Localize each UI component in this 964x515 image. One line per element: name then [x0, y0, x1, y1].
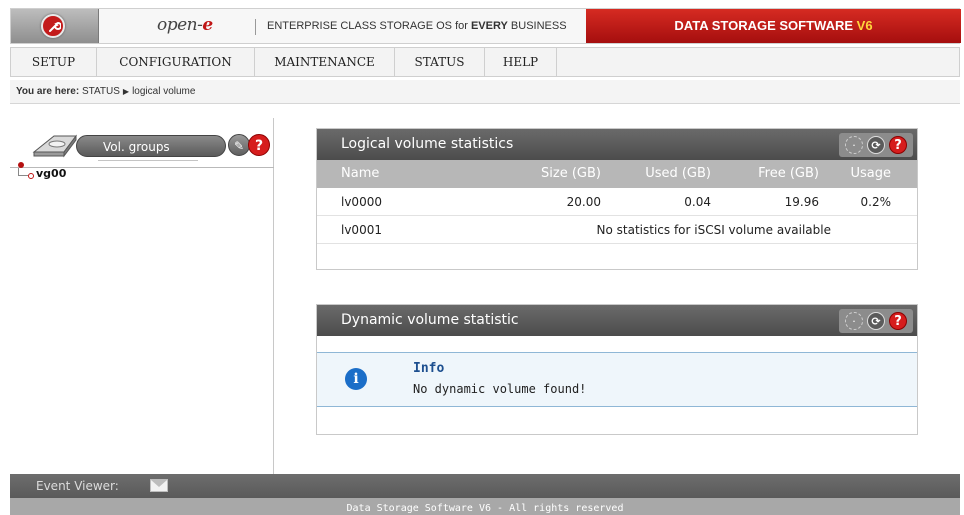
dynamic-volume-statistic-panel: Dynamic volume statistic · ⟳ ? i Info No…: [316, 304, 918, 435]
column-usage: Usage: [850, 166, 891, 181]
product-version: V6: [856, 18, 873, 33]
mail-icon[interactable]: [150, 479, 168, 492]
wrench-icon: [41, 14, 65, 38]
table-header: Name Size (GB) Used (GB) Free (GB) Usage: [317, 160, 917, 188]
volume-groups-header: Vol. groups ✎ ?: [10, 128, 274, 168]
panel-toolbar: · ⟳ ?: [839, 309, 913, 333]
breadcrumb-section[interactable]: STATUS: [82, 86, 120, 97]
cell-usage: 0.2%: [860, 195, 892, 209]
loading-icon: ·: [845, 312, 863, 330]
no-stats-note: No statistics for iSCSI volume available: [596, 223, 832, 237]
help-icon[interactable]: ?: [889, 136, 907, 154]
disk-icon: [24, 130, 82, 158]
logical-volume-statistics-panel: Logical volume statistics · ⟳ ? Name Siz…: [316, 128, 918, 270]
app-window: open-e ENTERPRISE CLASS STORAGE OS for E…: [0, 0, 964, 515]
refresh-icon[interactable]: ⟳: [867, 136, 885, 154]
spacer: [317, 336, 917, 352]
event-viewer-bar: Event Viewer:: [10, 474, 960, 498]
event-viewer-label: Event Viewer:: [36, 479, 119, 493]
help-icon[interactable]: ?: [889, 312, 907, 330]
breadcrumb-page: logical volume: [132, 86, 196, 97]
panel-title: Dynamic volume statistic · ⟳ ?: [317, 305, 917, 336]
menu-item-status[interactable]: STATUS: [395, 48, 485, 76]
menu-item-configuration[interactable]: CONFIGURATION: [97, 48, 255, 76]
tagline-end: BUSINESS: [507, 20, 567, 32]
cell-name: lv0000: [341, 195, 382, 209]
chevron-right-icon: ▶: [122, 87, 130, 96]
tagline-bold: EVERY: [470, 20, 508, 32]
loading-icon: ·: [845, 136, 863, 154]
brand-prefix: open-: [157, 15, 203, 35]
panel-title-text: Logical volume statistics: [341, 136, 514, 152]
product-name: DATA STORAGE SOFTWARE: [674, 18, 857, 33]
info-icon: i: [345, 368, 367, 390]
info-message: No dynamic volume found!: [413, 382, 587, 396]
breadcrumb: You are here: STATUS ▶ logical volume: [10, 80, 960, 104]
vol-groups-tab[interactable]: Vol. groups: [76, 135, 226, 157]
header-divider: [255, 19, 256, 35]
tagline: ENTERPRISE CLASS STORAGE OS for EVERY BU…: [267, 20, 567, 32]
top-header: open-e ENTERPRISE CLASS STORAGE OS for E…: [10, 8, 961, 44]
column-free: Free (GB): [758, 166, 819, 181]
cell-free: 19.96: [784, 195, 819, 209]
divider: [98, 160, 198, 161]
panel-title-text: Dynamic volume statistic: [341, 312, 519, 328]
panel-title: Logical volume statistics · ⟳ ?: [317, 129, 917, 160]
tagline-main: ENTERPRISE CLASS STORAGE OS for: [267, 20, 471, 32]
table-row: lv0001 No statistics for iSCSI volume av…: [317, 216, 917, 244]
cell-used: 0.04: [684, 195, 711, 209]
wrench-icon[interactable]: ✎: [228, 134, 250, 156]
menu-item-setup[interactable]: SETUP: [11, 48, 97, 76]
breadcrumb-label: You are here:: [16, 86, 80, 97]
brand-logo: open-e: [157, 15, 213, 35]
main-menu: SETUP CONFIGURATION MAINTENANCE STATUS H…: [10, 47, 960, 77]
product-banner: DATA STORAGE SOFTWARE V6: [586, 9, 961, 43]
refresh-icon[interactable]: ⟳: [867, 312, 885, 330]
cell-name: lv0001: [341, 223, 382, 237]
brand-suffix: e: [202, 15, 213, 35]
help-icon[interactable]: ?: [248, 134, 270, 156]
cell-size: 20.00: [566, 195, 601, 209]
column-size: Size (GB): [541, 166, 601, 181]
info-title: Info: [413, 361, 445, 376]
table-row: lv0000 20.00 0.04 19.96 0.2%: [317, 188, 917, 216]
tree-node-icon: [28, 173, 34, 179]
tree-branch-line: [18, 168, 28, 176]
info-message-box: i Info No dynamic volume found!: [317, 352, 917, 407]
menu-item-help[interactable]: HELP: [485, 48, 557, 76]
volume-groups-panel: Vol. groups ✎ ? vg00: [10, 118, 274, 474]
footer: Data Storage Software V6 - All rights re…: [10, 498, 960, 515]
column-used: Used (GB): [645, 166, 711, 181]
panel-toolbar: · ⟳ ?: [839, 133, 913, 157]
column-name: Name: [341, 166, 380, 181]
logo-box[interactable]: [11, 9, 99, 43]
tree-item-vg00[interactable]: vg00: [36, 167, 66, 180]
menu-item-maintenance[interactable]: MAINTENANCE: [255, 48, 395, 76]
